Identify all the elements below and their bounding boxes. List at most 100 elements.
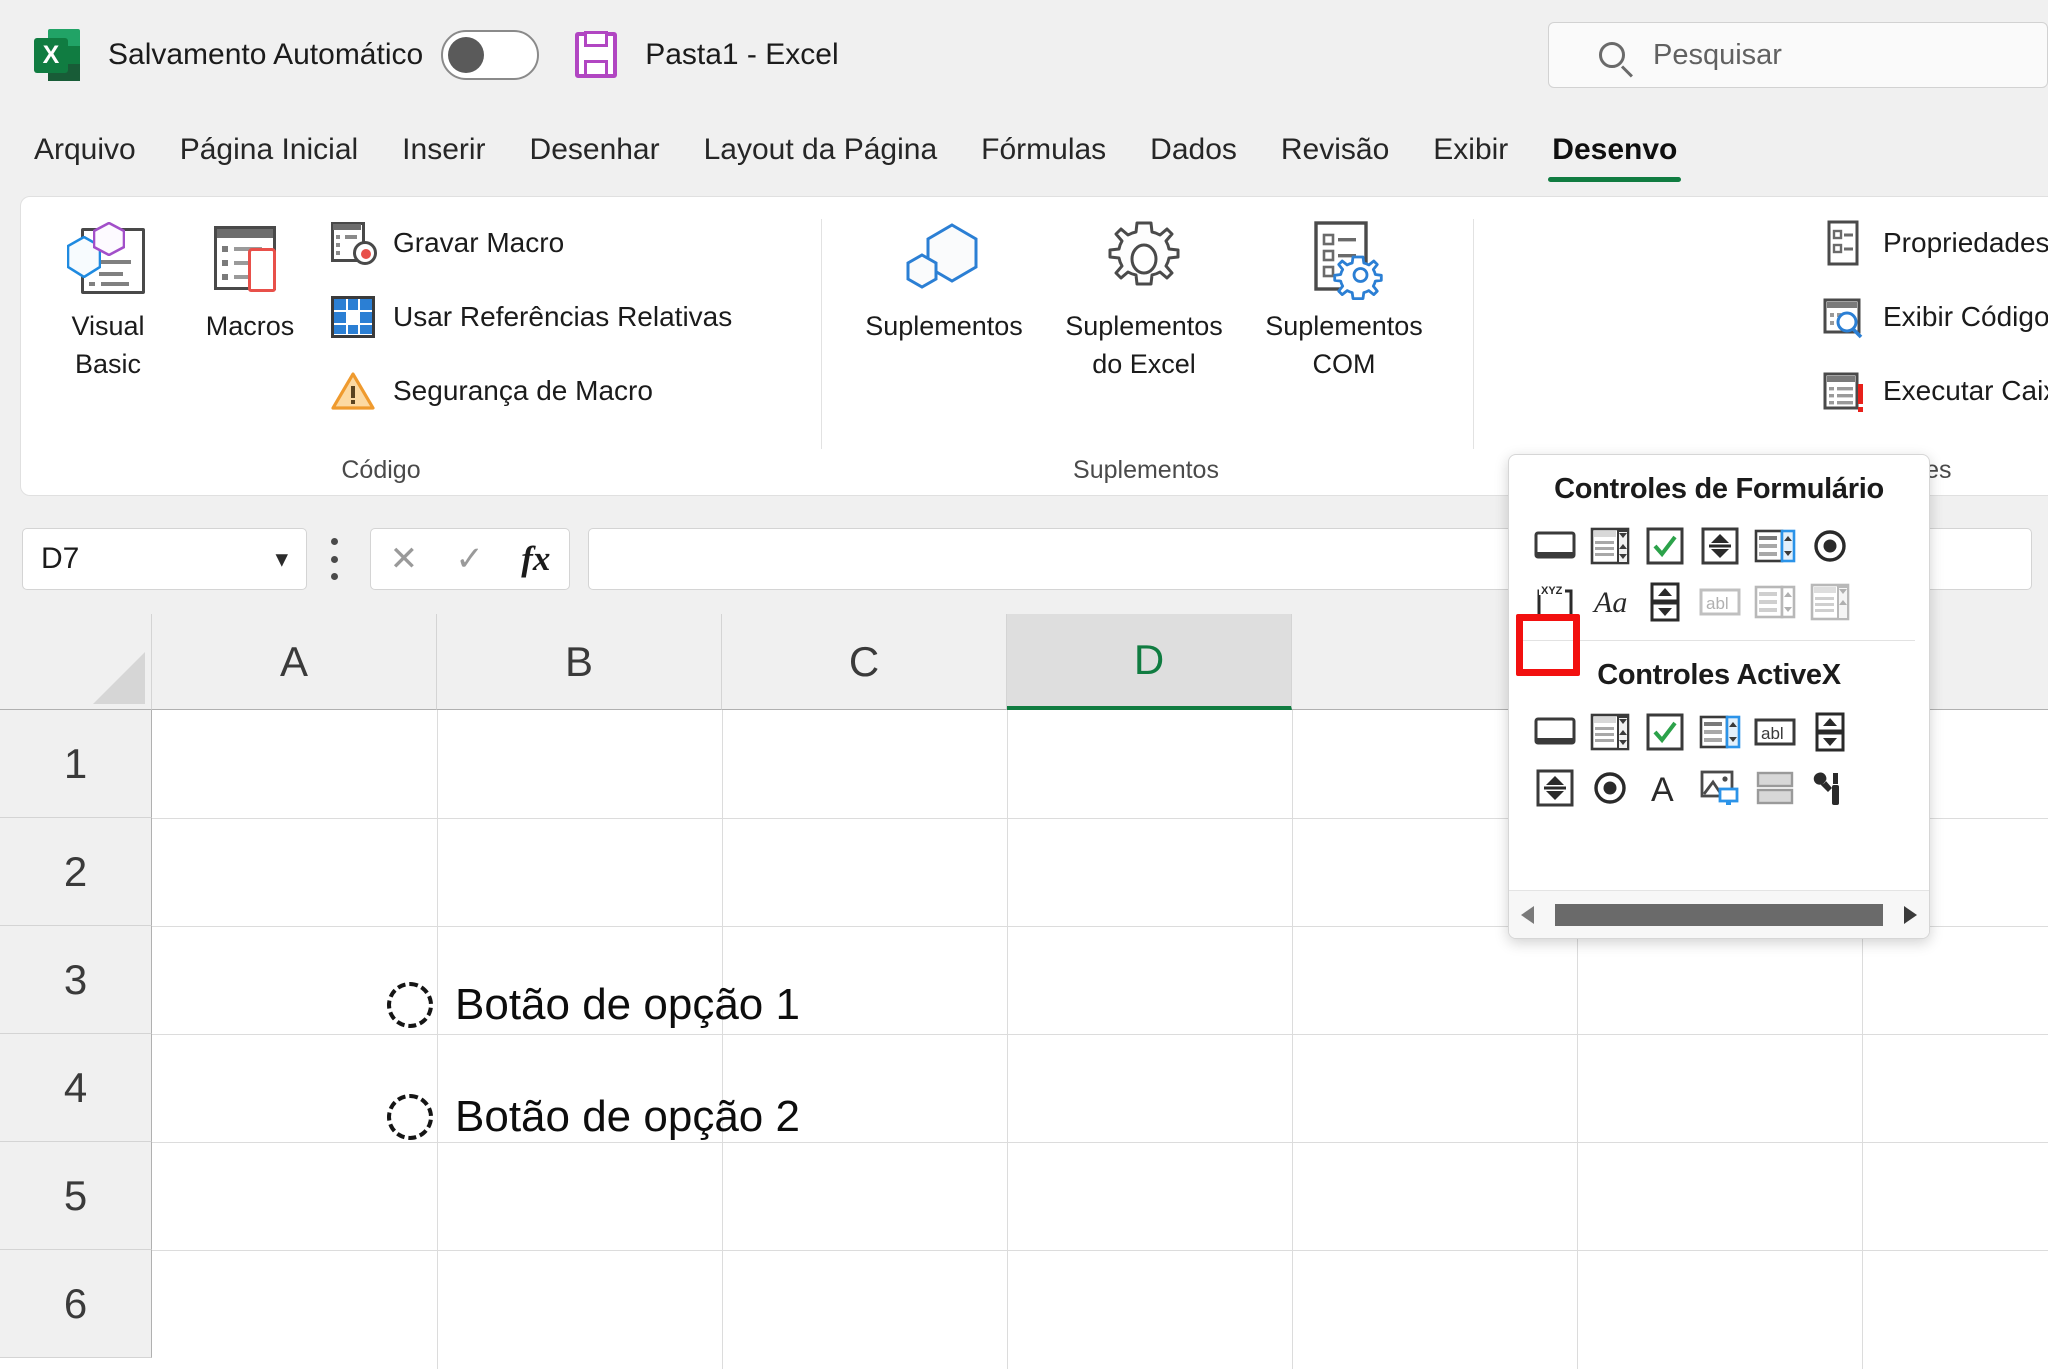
spin-button-control-icon[interactable] <box>1692 518 1747 574</box>
column-header-c[interactable]: C <box>722 614 1007 710</box>
toggle-button-icon[interactable] <box>1747 760 1802 816</box>
option-button-icon[interactable] <box>1582 760 1637 816</box>
controls-panel-scrollbar[interactable] <box>1509 890 1929 938</box>
addins-label: Suplementos <box>865 311 1023 341</box>
addins-hexagon-icon <box>849 211 1039 307</box>
row-header-4[interactable]: 4 <box>0 1034 152 1142</box>
button-control-icon[interactable] <box>1527 518 1582 574</box>
ribbon-group-controles: Inserir ▾ Modo de <box>1473 197 2048 497</box>
scrollbar-thumb[interactable] <box>1555 903 1883 926</box>
row-header-1[interactable]: 1 <box>0 710 152 818</box>
tab-revisao[interactable]: Revisão <box>1259 110 1411 190</box>
combo-list-edit-control-icon[interactable] <box>1747 574 1802 630</box>
column-header-a[interactable]: A <box>152 614 437 710</box>
tab-inserir[interactable]: Inserir <box>380 110 507 190</box>
search-input[interactable]: Pesquisar <box>1548 22 2048 88</box>
list-box-icon[interactable] <box>1692 704 1747 760</box>
text-box-icon[interactable]: abl <box>1747 704 1802 760</box>
com-addins-label-1: Suplementos <box>1265 311 1423 341</box>
scroll-bar-icon[interactable] <box>1527 760 1582 816</box>
excel-addins-label-1: Suplementos <box>1065 311 1223 341</box>
option-button-control-icon[interactable] <box>1802 518 1857 574</box>
name-box[interactable]: D7 ▾ <box>22 528 307 590</box>
radio-icon[interactable] <box>387 1094 433 1140</box>
grid-line-h <box>152 1034 2048 1035</box>
combo-box-control-icon[interactable] <box>1582 518 1637 574</box>
group-label-suplementos: Suplementos <box>1073 456 1219 484</box>
grid-line-v <box>437 710 438 1369</box>
form-controls-title: Controles de Formulário <box>1554 473 1884 505</box>
grid-line-v <box>1007 710 1008 1369</box>
run-dialog-button[interactable]: Executar Caix <box>1821 363 2048 419</box>
select-all-corner[interactable] <box>0 614 152 710</box>
label-control-icon[interactable]: Aa <box>1582 574 1637 630</box>
save-icon[interactable] <box>575 31 618 78</box>
tab-desenvolvedor[interactable]: Desenvo <box>1530 110 1699 190</box>
tab-desenhar[interactable]: Desenhar <box>508 110 682 190</box>
spin-button-icon[interactable] <box>1802 704 1857 760</box>
tab-formulas[interactable]: Fórmulas <box>959 110 1128 190</box>
row-headers: 1 2 3 4 5 6 <box>0 710 152 1358</box>
scroll-stepper-control-icon[interactable] <box>1637 574 1692 630</box>
ribbon-group-suplementos: Suplementos Suplementos do Excel Supleme… <box>821 197 1473 497</box>
kebab-menu-icon[interactable] <box>330 538 338 580</box>
row-header-3[interactable]: 3 <box>0 926 152 1034</box>
grid-line-h <box>152 1142 2048 1143</box>
option-button-2[interactable]: Botão de opção 2 <box>387 1092 800 1142</box>
group-label-codigo: Código <box>341 456 421 484</box>
visual-basic-label-1: Visual <box>71 311 145 341</box>
text-field-control-icon[interactable]: abl <box>1692 574 1747 630</box>
arrow-left-icon[interactable] <box>1509 903 1549 927</box>
row-header-2[interactable]: 2 <box>0 818 152 926</box>
radio-icon[interactable] <box>387 982 433 1028</box>
com-addins-label-2: COM <box>1312 349 1376 380</box>
more-controls-icon[interactable] <box>1802 760 1857 816</box>
label-icon[interactable]: A <box>1637 760 1692 816</box>
addins-button[interactable]: Suplementos <box>849 211 1039 345</box>
column-header-b[interactable]: B <box>437 614 722 710</box>
ribbon: Visual Basic Macros Gravar Macro Usar Re… <box>20 196 2048 496</box>
cancel-icon[interactable]: ✕ <box>390 542 419 576</box>
column-header-d[interactable]: D <box>1007 614 1292 710</box>
image-icon[interactable] <box>1692 760 1747 816</box>
enter-icon[interactable]: ✓ <box>455 542 484 576</box>
tab-layout-da-pagina[interactable]: Layout da Página <box>682 110 960 190</box>
row-header-6[interactable]: 6 <box>0 1250 152 1358</box>
tab-dados[interactable]: Dados <box>1128 110 1259 190</box>
option-button-1[interactable]: Botão de opção 1 <box>387 980 800 1030</box>
ribbon-group-codigo: Visual Basic Macros Gravar Macro Usar Re… <box>21 197 821 497</box>
view-code-label: Exibir Código <box>1883 301 2048 332</box>
macros-button[interactable]: Macros <box>185 211 315 345</box>
relative-references-button[interactable]: Usar Referências Relativas <box>331 289 732 345</box>
option-button-1-label: Botão de opção 1 <box>455 980 800 1029</box>
row-header-5[interactable]: 5 <box>0 1142 152 1250</box>
record-macro-button[interactable]: Gravar Macro <box>331 215 564 271</box>
view-code-button[interactable]: Exibir Código <box>1821 289 2048 345</box>
macro-security-label: Segurança de Macro <box>393 375 653 406</box>
command-button-icon[interactable] <box>1527 704 1582 760</box>
combo-drop-down-edit-control-icon[interactable] <box>1802 574 1857 630</box>
macro-security-button[interactable]: Segurança de Macro <box>331 363 653 419</box>
visual-basic-icon <box>43 211 173 307</box>
tab-pagina-inicial[interactable]: Página Inicial <box>158 110 380 190</box>
properties-button[interactable]: Propriedades <box>1821 215 2048 271</box>
check-box-control-icon[interactable] <box>1637 518 1692 574</box>
name-box-value: D7 <box>41 542 80 575</box>
arrow-right-icon[interactable] <box>1889 903 1929 927</box>
check-box-icon[interactable] <box>1637 704 1692 760</box>
chevron-down-icon[interactable]: ▾ <box>275 544 288 574</box>
excel-window: X Salvamento Automático Pasta1 - Excel P… <box>0 0 2048 1369</box>
autosave-toggle[interactable] <box>441 30 540 80</box>
group-box-control-icon[interactable]: XYZ <box>1527 574 1582 630</box>
fx-icon[interactable]: fx <box>521 539 550 579</box>
list-box-control-icon[interactable] <box>1747 518 1802 574</box>
tab-exibir[interactable]: Exibir <box>1411 110 1530 190</box>
run-dialog-icon <box>1821 369 1865 413</box>
excel-addins-button[interactable]: Suplementos do Excel <box>1049 211 1239 384</box>
formula-actions: ✕ ✓ fx <box>370 528 570 590</box>
tab-arquivo[interactable]: Arquivo <box>12 110 158 190</box>
combo-box-icon[interactable] <box>1582 704 1637 760</box>
visual-basic-button[interactable]: Visual Basic <box>43 211 173 384</box>
insert-controls-dropdown: Controles de Formulário XYZ Aa abl Contr… <box>1508 454 1930 939</box>
com-addins-button[interactable]: Suplementos COM <box>1249 211 1439 384</box>
